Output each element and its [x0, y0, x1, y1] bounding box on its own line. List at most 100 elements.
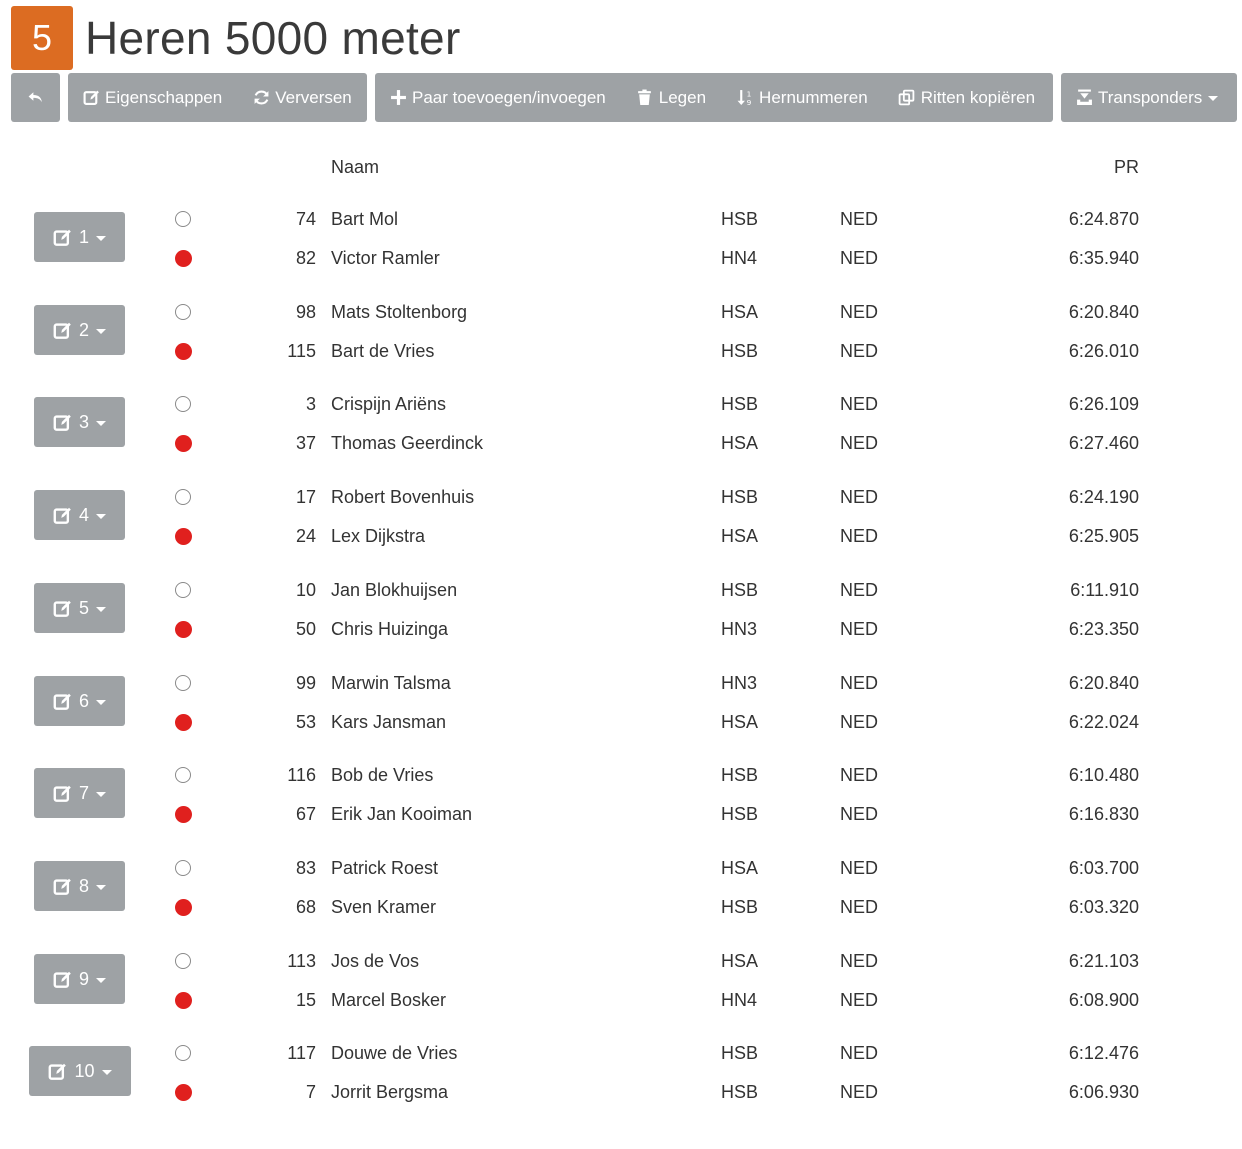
personal-record: 6:27.460 — [1068, 433, 1139, 453]
transponders-dropdown[interactable]: Transponders — [1061, 73, 1237, 122]
skater-name: Bob de Vries — [331, 765, 434, 785]
chevron-down-icon — [1208, 96, 1219, 101]
clear-button[interactable]: Legen — [620, 73, 720, 122]
page-title: Heren 5000 meter — [85, 12, 461, 64]
skater-category: HSB — [721, 1043, 759, 1063]
skater-nationality: NED — [840, 804, 879, 824]
skater-category: HSA — [721, 433, 759, 453]
heat-group: 5 10 Jan Blokhuijsen HSB NED 6:11.910 50 Chris … — [0, 571, 1242, 664]
personal-record: 6:16.830 — [1068, 804, 1139, 824]
skater-row[interactable]: 68 Sven Kramer HSB NED 6:03.320 — [0, 888, 1242, 927]
skater-nationality: NED — [840, 1082, 879, 1102]
personal-record: 6:26.010 — [1068, 341, 1139, 361]
white-lane-icon — [175, 860, 191, 876]
skater-row[interactable]: 17 Robert Bovenhuis HSB NED 6:24.190 — [0, 478, 1242, 517]
skater-row[interactable]: 10 Jan Blokhuijsen HSB NED 6:11.910 — [0, 571, 1242, 610]
skater-nationality: NED — [840, 487, 879, 507]
skater-row[interactable]: 98 Mats Stoltenborg HSA NED 6:20.840 — [0, 293, 1242, 332]
heat-group: 6 99 Marwin Talsma HN3 NED 6:20.840 53 Kars Jan… — [0, 664, 1242, 757]
skater-name: Jorrit Bergsma — [331, 1082, 449, 1102]
skater-nationality: NED — [840, 394, 879, 414]
red-lane-icon — [175, 621, 192, 638]
skater-row[interactable]: 3 Crispijn Ariëns HSB NED 6:26.109 — [0, 385, 1242, 424]
white-lane-icon — [175, 767, 191, 783]
skater-row[interactable]: 24 Lex Dijkstra HSA NED 6:25.905 — [0, 517, 1242, 556]
start-number: 67 — [295, 804, 316, 824]
add-pair-button[interactable]: Paar toevoegen/invoegen — [375, 73, 620, 122]
svg-text:9: 9 — [746, 98, 751, 106]
skater-category: HSB — [721, 209, 759, 229]
sort-numeric-icon: 19 — [736, 89, 754, 107]
page-header: 5 Heren 5000 meter — [11, 6, 461, 70]
red-lane-icon — [175, 435, 192, 452]
start-number: 37 — [295, 433, 316, 453]
start-number: 3 — [305, 394, 316, 414]
skater-nationality: NED — [840, 302, 879, 322]
skater-category: HSB — [721, 580, 759, 600]
edit-icon — [82, 89, 100, 107]
start-number: 117 — [287, 1043, 316, 1063]
heat-group: 4 17 Robert Bovenhuis HSB NED 6:24.190 24 Lex D… — [0, 478, 1242, 571]
red-lane-icon — [175, 250, 192, 267]
start-number: 99 — [295, 673, 316, 693]
properties-button[interactable]: Eigenschappen — [68, 73, 236, 122]
personal-record: 6:10.480 — [1068, 765, 1139, 785]
distance-number-badge: 5 — [11, 6, 73, 70]
skater-name: Marwin Talsma — [331, 673, 451, 693]
skater-name: Jan Blokhuijsen — [331, 580, 458, 600]
skater-name: Thomas Geerdinck — [331, 433, 484, 453]
skater-name: Lex Dijkstra — [331, 526, 426, 546]
skater-nationality: NED — [840, 673, 879, 693]
back-arrow-icon — [26, 89, 44, 107]
skater-nationality: NED — [840, 341, 879, 361]
skater-row[interactable]: 15 Marcel Bosker HN4 NED 6:08.900 — [0, 981, 1242, 1020]
skater-row[interactable]: 67 Erik Jan Kooiman HSB NED 6:16.830 — [0, 795, 1242, 834]
skater-row[interactable]: 99 Marwin Talsma HN3 NED 6:20.840 — [0, 664, 1242, 703]
skater-row[interactable]: 53 Kars Jansman HSA NED 6:22.024 — [0, 703, 1242, 742]
start-number: 116 — [287, 765, 316, 785]
skater-category: HSB — [721, 804, 759, 824]
refresh-button[interactable]: Verversen — [236, 73, 366, 122]
copy-heats-button[interactable]: Ritten kopiëren — [882, 73, 1049, 122]
skater-nationality: NED — [840, 580, 879, 600]
skater-category: HN3 — [721, 619, 758, 639]
refresh-icon — [252, 89, 270, 107]
personal-record: 6:21.103 — [1068, 951, 1139, 971]
skater-category: HSB — [721, 765, 759, 785]
skater-category: HN4 — [721, 990, 758, 1010]
heat-group: 10 117 Douwe de Vries HSB NED 6:12.476 7 Jorrit… — [0, 1034, 1242, 1127]
skater-row[interactable]: 50 Chris Huizinga HN3 NED 6:23.350 — [0, 610, 1242, 649]
skater-nationality: NED — [840, 526, 879, 546]
white-lane-icon — [175, 582, 191, 598]
skater-row[interactable]: 115 Bart de Vries HSB NED 6:26.010 — [0, 332, 1242, 371]
skater-nationality: NED — [840, 897, 879, 917]
red-lane-icon — [175, 899, 192, 916]
skater-row[interactable]: 37 Thomas Geerdinck HSA NED 6:27.460 — [0, 424, 1242, 463]
start-number: 53 — [295, 712, 316, 732]
start-number: 98 — [295, 302, 316, 322]
red-lane-icon — [175, 714, 192, 731]
skater-row[interactable]: 74 Bart Mol HSB NED 6:24.870 — [0, 200, 1242, 239]
start-number: 17 — [295, 487, 316, 507]
skater-nationality: NED — [840, 248, 879, 268]
back-button[interactable] — [11, 73, 60, 122]
skater-nationality: NED — [840, 765, 879, 785]
skater-nationality: NED — [840, 951, 879, 971]
skater-row[interactable]: 117 Douwe de Vries HSB NED 6:12.476 — [0, 1034, 1242, 1073]
skater-category: HSB — [721, 341, 759, 361]
personal-record: 6:12.476 — [1068, 1043, 1139, 1063]
white-lane-icon — [175, 396, 191, 412]
skater-category: HSB — [721, 897, 759, 917]
skater-category: HSB — [721, 487, 759, 507]
personal-record: 6:03.320 — [1068, 897, 1139, 917]
skater-row[interactable]: 113 Jos de Vos HSA NED 6:21.103 — [0, 942, 1242, 981]
start-number: 15 — [295, 990, 316, 1010]
skater-row[interactable]: 83 Patrick Roest HSA NED 6:03.700 — [0, 849, 1242, 888]
skater-row[interactable]: 116 Bob de Vries HSB NED 6:10.480 — [0, 756, 1242, 795]
skater-category: HSA — [721, 302, 759, 322]
skater-row[interactable]: 7 Jorrit Bergsma HSB NED 6:06.930 — [0, 1073, 1242, 1112]
renumber-button[interactable]: 19 Hernummeren — [720, 73, 882, 122]
skater-row[interactable]: 82 Victor Ramler HN4 NED 6:35.940 — [0, 239, 1242, 278]
personal-record: 6:20.840 — [1068, 302, 1139, 322]
start-number: 83 — [295, 858, 316, 878]
